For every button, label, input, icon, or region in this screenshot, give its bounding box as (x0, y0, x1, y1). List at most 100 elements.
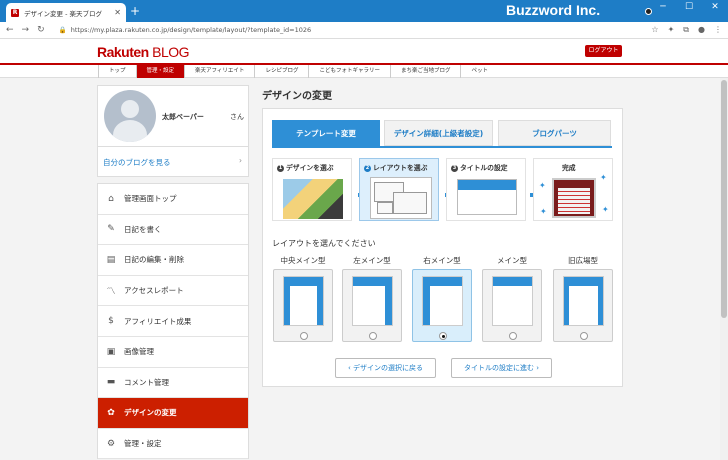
menu-item-edit-diary[interactable]: ▤ 日記の編集・削除 (98, 245, 248, 276)
layout-option-main[interactable]: メイン型 (482, 255, 542, 342)
new-tab-icon[interactable]: + (130, 5, 140, 17)
menu-item-settings[interactable]: ⚙ 管理・設定 (98, 429, 248, 460)
site-header: Rakuten BLOG ログアウト (0, 39, 728, 65)
step-label: デザインを選ぶ (286, 164, 334, 172)
global-nav: トップ 管理・設定 楽天アフィリエイト レシピブログ こどもフォトギャラリー ま… (0, 65, 728, 78)
nav-item-pet[interactable]: ペット (460, 65, 498, 78)
tab-blog-parts[interactable]: ブログパーツ (498, 120, 611, 146)
tab-design-detail[interactable]: デザイン詳細(上級者設定) (384, 120, 493, 146)
layout-option-right-main[interactable]: 右メイン型 (412, 255, 472, 342)
step-label: タイトルの設定 (460, 164, 508, 172)
layout-thumbnail-image (370, 177, 432, 219)
menu-item-image-manage[interactable]: ▣ 画像管理 (98, 337, 248, 368)
menu-item-design-change[interactable]: ✿ デザインの変更 (98, 398, 248, 429)
minimize-icon[interactable]: ─ (650, 0, 676, 16)
scrollbar[interactable] (720, 78, 728, 460)
avatar (104, 90, 156, 142)
image-icon: ▣ (106, 346, 116, 357)
sparkle-icon: ✦ (600, 173, 607, 182)
layout-option-old-plaza[interactable]: 旧広場型 (553, 255, 613, 342)
tab-underline (272, 146, 612, 148)
menu-label: アクセスレポート (124, 286, 184, 296)
layout-label: メイン型 (497, 256, 527, 265)
sparkle-icon: ✦ (602, 205, 609, 214)
chart-line-icon: 〽 (106, 287, 116, 298)
nav-item-recipe[interactable]: レシピブログ (254, 65, 308, 78)
menu-item-access-report[interactable]: 〽アクセスレポート (98, 276, 248, 307)
browser-tab[interactable]: R デザイン変更 - 楽天ブログ ✕ (6, 3, 126, 22)
design-panel: テンプレート変更 デザイン詳細(上級者設定) ブログパーツ 1 デザインを選ぶ 2… (262, 108, 623, 387)
design-thumbnail-image (283, 179, 343, 219)
gear-icon: ⚙ (106, 438, 116, 449)
menu-label: 画像管理 (124, 347, 154, 357)
puzzle-icon[interactable]: ⧉ (683, 25, 689, 35)
layout-option-center-main[interactable]: 中央メイン型 (273, 255, 333, 342)
back-button-label: デザインの選択に戻る (353, 364, 424, 372)
url-field[interactable]: 🔒 https://my.plaza.rakuten.co.jp/design/t… (59, 26, 652, 34)
comment-icon: ▬ (106, 377, 116, 388)
layout-radio-selected[interactable] (439, 332, 447, 340)
star-icon[interactable]: ☆ (651, 25, 658, 35)
menu-item-comment-manage[interactable]: ▬ コメント管理 (98, 368, 248, 399)
nav-item-settings[interactable]: 管理・設定 (135, 65, 185, 78)
choose-layout-label: レイアウトを選んでください (272, 239, 376, 248)
step-number: 3 (451, 165, 458, 172)
nav-item-affiliate[interactable]: 楽天アフィリエイト (184, 65, 254, 78)
step-label: 完成 (562, 164, 576, 172)
account-icon[interactable]: ● (698, 25, 705, 35)
user-honorific: さん (230, 113, 244, 121)
rakuten-favicon-icon: R (11, 8, 19, 17)
back-to-design-button[interactable]: ‹ デザインの選択に戻る (335, 358, 436, 378)
reload-icon[interactable]: ↻ (37, 25, 45, 35)
menu-label: アフィリエイト成果 (124, 316, 192, 326)
nav-item-top[interactable]: トップ (98, 65, 136, 78)
layout-radio[interactable] (300, 332, 308, 340)
layout-radio[interactable] (580, 332, 588, 340)
forward-icon[interactable]: → (22, 25, 30, 35)
chevron-right-icon: › (239, 156, 242, 165)
sparkle-icon: ✦ (539, 181, 546, 190)
layout-radio[interactable] (369, 332, 377, 340)
nav-item-local-blog[interactable]: まち楽ご当地ブログ (389, 65, 461, 78)
user-name: 太郎ベーパー (162, 113, 204, 121)
next-to-title-button[interactable]: タイトルの設定に進む › (451, 358, 552, 378)
step-label: レイアウトを選ぶ (373, 164, 428, 172)
layout-radio[interactable] (509, 332, 517, 340)
step-choose-layout: 2 レイアウトを選ぶ (359, 158, 439, 221)
money-bag-icon: $ (108, 316, 114, 327)
layout-label: 右メイン型 (423, 256, 461, 265)
step-number: 1 (277, 165, 284, 172)
menu-item-admin-top[interactable]: ⌂ 管理画面トップ (98, 184, 248, 215)
logo-main: Rakuten (97, 44, 149, 60)
tab-title: デザイン変更 - 楽天ブログ (24, 9, 102, 18)
address-bar: ← → ↻ 🔒 https://my.plaza.rakuten.co.jp/de… (0, 22, 728, 39)
menu-label: 日記を書く (124, 224, 162, 234)
nav-item-kids-photo[interactable]: こどもフォトギャラリー (308, 65, 390, 78)
brand-overlay: Buzzword Inc. (506, 2, 601, 18)
tab-template-change[interactable]: テンプレート変更 (272, 120, 380, 146)
layout-label: 中央メイン型 (280, 256, 326, 265)
extension-icon[interactable]: ✦ (668, 25, 675, 35)
menu-label: 管理画面トップ (124, 194, 177, 204)
layout-label: 旧広場型 (568, 256, 598, 265)
pencil-icon: ✎ (107, 224, 115, 235)
menu-label: コメント管理 (124, 377, 169, 387)
layout-label: 左メイン型 (353, 256, 391, 265)
complete-thumbnail-image (552, 178, 596, 218)
rakuten-blog-logo[interactable]: Rakuten BLOG (97, 44, 190, 60)
back-icon[interactable]: ← (6, 25, 14, 35)
page-title: デザインの変更 (262, 91, 332, 102)
scrollbar-thumb[interactable] (721, 80, 727, 318)
close-window-icon[interactable]: ✕ (702, 0, 728, 16)
my-blog-link[interactable]: 自分のブログを見る › (98, 146, 248, 176)
close-tab-icon[interactable]: ✕ (114, 8, 121, 17)
palette-icon: ✿ (107, 407, 115, 418)
layout-option-left-main[interactable]: 左メイン型 (342, 255, 402, 342)
menu-item-write-diary[interactable]: ✎ 日記を書く (98, 215, 248, 246)
menu-item-affiliate-results[interactable]: $ アフィリエイト成果 (98, 306, 248, 337)
more-icon[interactable]: ⋮ (714, 25, 722, 35)
menu-label: 管理・設定 (124, 439, 162, 449)
logout-button[interactable]: ログアウト (585, 45, 622, 57)
logo-sub: BLOG (152, 44, 190, 60)
maximize-icon[interactable]: ☐ (676, 0, 702, 16)
